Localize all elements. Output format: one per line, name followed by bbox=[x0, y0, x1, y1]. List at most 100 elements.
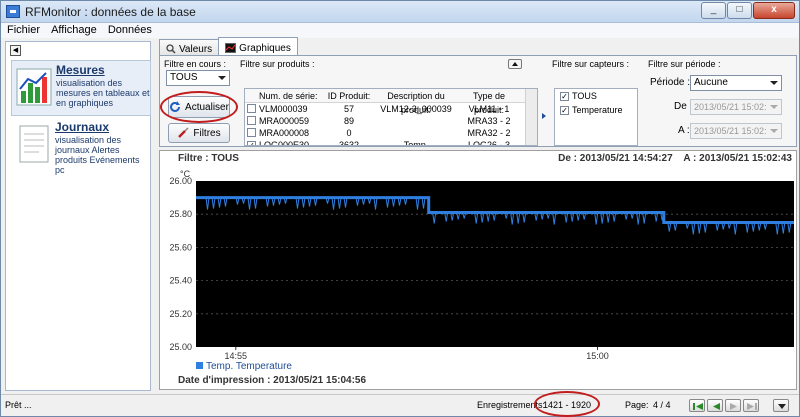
cell-serial: MRA000008 bbox=[259, 128, 310, 138]
chart-range-text: De : 2013/05/21 14:54:27 A : 2013/05/21 … bbox=[558, 153, 792, 164]
records-value: 1421 - 1920 bbox=[543, 400, 592, 410]
cell-type: MRA33 - 2 bbox=[467, 116, 511, 126]
status-bar: Prêt ... Enregistrements: 1421 - 1920 Pa… bbox=[1, 391, 799, 417]
row-checkbox[interactable] bbox=[247, 128, 256, 137]
sensor-item[interactable]: ✓ Temperature bbox=[555, 103, 637, 117]
col-type[interactable]: Type de produit: bbox=[457, 89, 521, 115]
table-row[interactable]: ✓ LOG000E30 3632 Temp. LOG26 - 3 bbox=[245, 139, 537, 146]
current-filter-label: Filtre en cours : bbox=[164, 59, 227, 69]
graph-icon bbox=[225, 43, 237, 53]
main-pane: Valeurs Graphiques Filtre en cours : TOU… bbox=[157, 37, 797, 390]
app-window: RFMonitor : données de la base _ □ x Fic… bbox=[0, 0, 800, 417]
cell-serial: VLM000039 bbox=[259, 104, 308, 114]
close-button[interactable]: x bbox=[753, 2, 795, 19]
row-checkbox[interactable] bbox=[247, 116, 256, 125]
journal-icon bbox=[19, 125, 49, 163]
y-tick-label: 25.20 bbox=[169, 309, 192, 319]
first-page-button[interactable] bbox=[689, 399, 705, 412]
y-tick-label: 25.40 bbox=[169, 276, 192, 286]
expand-right-icon[interactable] bbox=[541, 112, 547, 120]
sensor-label: Temperature bbox=[572, 105, 623, 115]
chevron-down-icon bbox=[770, 129, 778, 133]
row-checkbox[interactable]: ✓ bbox=[247, 141, 256, 145]
y-tick-label: 25.80 bbox=[169, 209, 192, 219]
menu-donnees[interactable]: Données bbox=[104, 23, 156, 37]
row-checkbox[interactable] bbox=[247, 104, 256, 113]
nav-title-mesures: Mesures bbox=[56, 63, 105, 77]
page-label: Page: bbox=[625, 400, 649, 410]
sensors-filter-label: Filtre sur capteurs : bbox=[552, 59, 630, 69]
chart-footer: Date d'impression : 2013/05/21 15:04:56 bbox=[160, 373, 796, 389]
col-description[interactable]: Description du produit: bbox=[375, 89, 457, 115]
current-filter-value: TOUS bbox=[170, 72, 198, 83]
nav-desc-journaux: visualisation des journaux Alertes produ… bbox=[55, 135, 140, 175]
date-from-input[interactable]: 2013/05/21 15:02: bbox=[690, 99, 782, 115]
cell-id: 89 bbox=[343, 116, 354, 126]
page-dropdown-button[interactable] bbox=[773, 399, 789, 412]
chevron-down-icon bbox=[770, 81, 778, 85]
navigation-pane: ◀ Mesures visualisation des mesures en t… bbox=[5, 41, 151, 391]
temperature-chart: °C26.0025.8025.6025.4025.2025.0014:55 15:… bbox=[169, 169, 794, 372]
cell-id: 0 bbox=[346, 128, 352, 138]
legend-swatch bbox=[196, 362, 203, 369]
maximize-button[interactable]: □ bbox=[727, 2, 752, 19]
refresh-button[interactable]: Actualiser bbox=[168, 96, 230, 118]
nav-desc-mesures: visualisation des mesures en tableaux et… bbox=[56, 78, 150, 108]
sensor-label: TOUS bbox=[572, 91, 597, 101]
title-bar: RFMonitor : données de la base _ □ x bbox=[1, 1, 799, 23]
menu-fichier[interactable]: Fichier bbox=[3, 23, 44, 37]
cell-type: MRA32 - 2 bbox=[467, 128, 511, 138]
last-page-button[interactable] bbox=[743, 399, 759, 412]
next-page-button[interactable] bbox=[725, 399, 741, 412]
date-to-value: 2013/05/21 15:02: bbox=[694, 126, 767, 136]
chart-header: Filtre : TOUS De : 2013/05/21 14:54:27 A… bbox=[160, 151, 796, 167]
table-row[interactable]: MRA000059 89 MRA33 - 2 bbox=[245, 115, 537, 127]
period-filter-label: Filtre sur période : bbox=[648, 59, 721, 69]
nav-item-journaux[interactable]: Journaux visualisation des journaux Aler… bbox=[11, 118, 151, 175]
filters-label: Filtres bbox=[193, 127, 221, 139]
chevron-down-icon bbox=[770, 105, 778, 109]
collapse-pane-button[interactable]: ◀ bbox=[10, 45, 21, 56]
cell-description bbox=[375, 115, 457, 127]
y-tick-label: 25.60 bbox=[169, 242, 192, 252]
sensor-checkbox[interactable]: ✓ bbox=[560, 106, 569, 115]
chevron-down-icon bbox=[778, 404, 786, 409]
nav-title-journaux: Journaux bbox=[55, 120, 110, 134]
col-serial[interactable]: Num. de série: bbox=[257, 89, 323, 102]
sensor-checkbox[interactable]: ✓ bbox=[560, 92, 569, 101]
cell-type: VLM11 - 1 bbox=[468, 104, 510, 114]
next-page-icon bbox=[730, 403, 737, 410]
tab-strip: Valeurs Graphiques bbox=[159, 37, 298, 56]
products-filter-label: Filtre sur produits : bbox=[240, 59, 315, 69]
current-filter-select[interactable]: TOUS bbox=[166, 70, 230, 86]
cell-serial: LOG000E30 bbox=[259, 140, 310, 146]
table-row[interactable]: MRA000008 0 MRA32 - 2 bbox=[245, 127, 537, 139]
sensor-item[interactable]: ✓ TOUS bbox=[555, 89, 637, 103]
products-scrollbar[interactable] bbox=[525, 89, 537, 145]
cell-type: LOG26 - 3 bbox=[467, 140, 511, 146]
first-page-icon bbox=[693, 403, 703, 410]
tab-graphiques[interactable]: Graphiques bbox=[218, 37, 298, 56]
collapse-products-button[interactable] bbox=[508, 59, 522, 69]
plot-area bbox=[196, 181, 794, 347]
period-select[interactable]: Aucune bbox=[690, 75, 782, 91]
y-tick-label: 25.00 bbox=[169, 342, 192, 352]
cell-id: 57 bbox=[343, 104, 354, 114]
previous-page-button[interactable] bbox=[707, 399, 723, 412]
tab-label: Graphiques bbox=[239, 42, 291, 54]
tab-valeurs[interactable]: Valeurs bbox=[159, 39, 220, 56]
chart-icon bbox=[16, 68, 52, 106]
filters-button[interactable]: Filtres bbox=[168, 123, 230, 143]
table-row[interactable]: VLM000039 57 VLM12-3_000039 VLM11 - 1 bbox=[245, 103, 537, 115]
date-to-input[interactable]: 2013/05/21 15:02: bbox=[690, 123, 782, 139]
refresh-label: Actualiser bbox=[185, 101, 229, 113]
nav-item-mesures[interactable]: Mesures visualisation des mesures en tab… bbox=[11, 60, 151, 116]
chart-filter-text: Filtre : TOUS bbox=[178, 153, 239, 164]
products-table-header: Num. de série: ID Produit: Description d… bbox=[245, 89, 537, 115]
periode-field-label: Période : bbox=[650, 77, 691, 88]
chevron-down-icon bbox=[218, 76, 226, 80]
menu-affichage[interactable]: Affichage bbox=[47, 23, 101, 37]
sensors-list: ✓ TOUS ✓ Temperature bbox=[554, 88, 638, 146]
col-id[interactable]: ID Produit: bbox=[323, 89, 375, 102]
minimize-button[interactable]: _ bbox=[701, 2, 726, 19]
